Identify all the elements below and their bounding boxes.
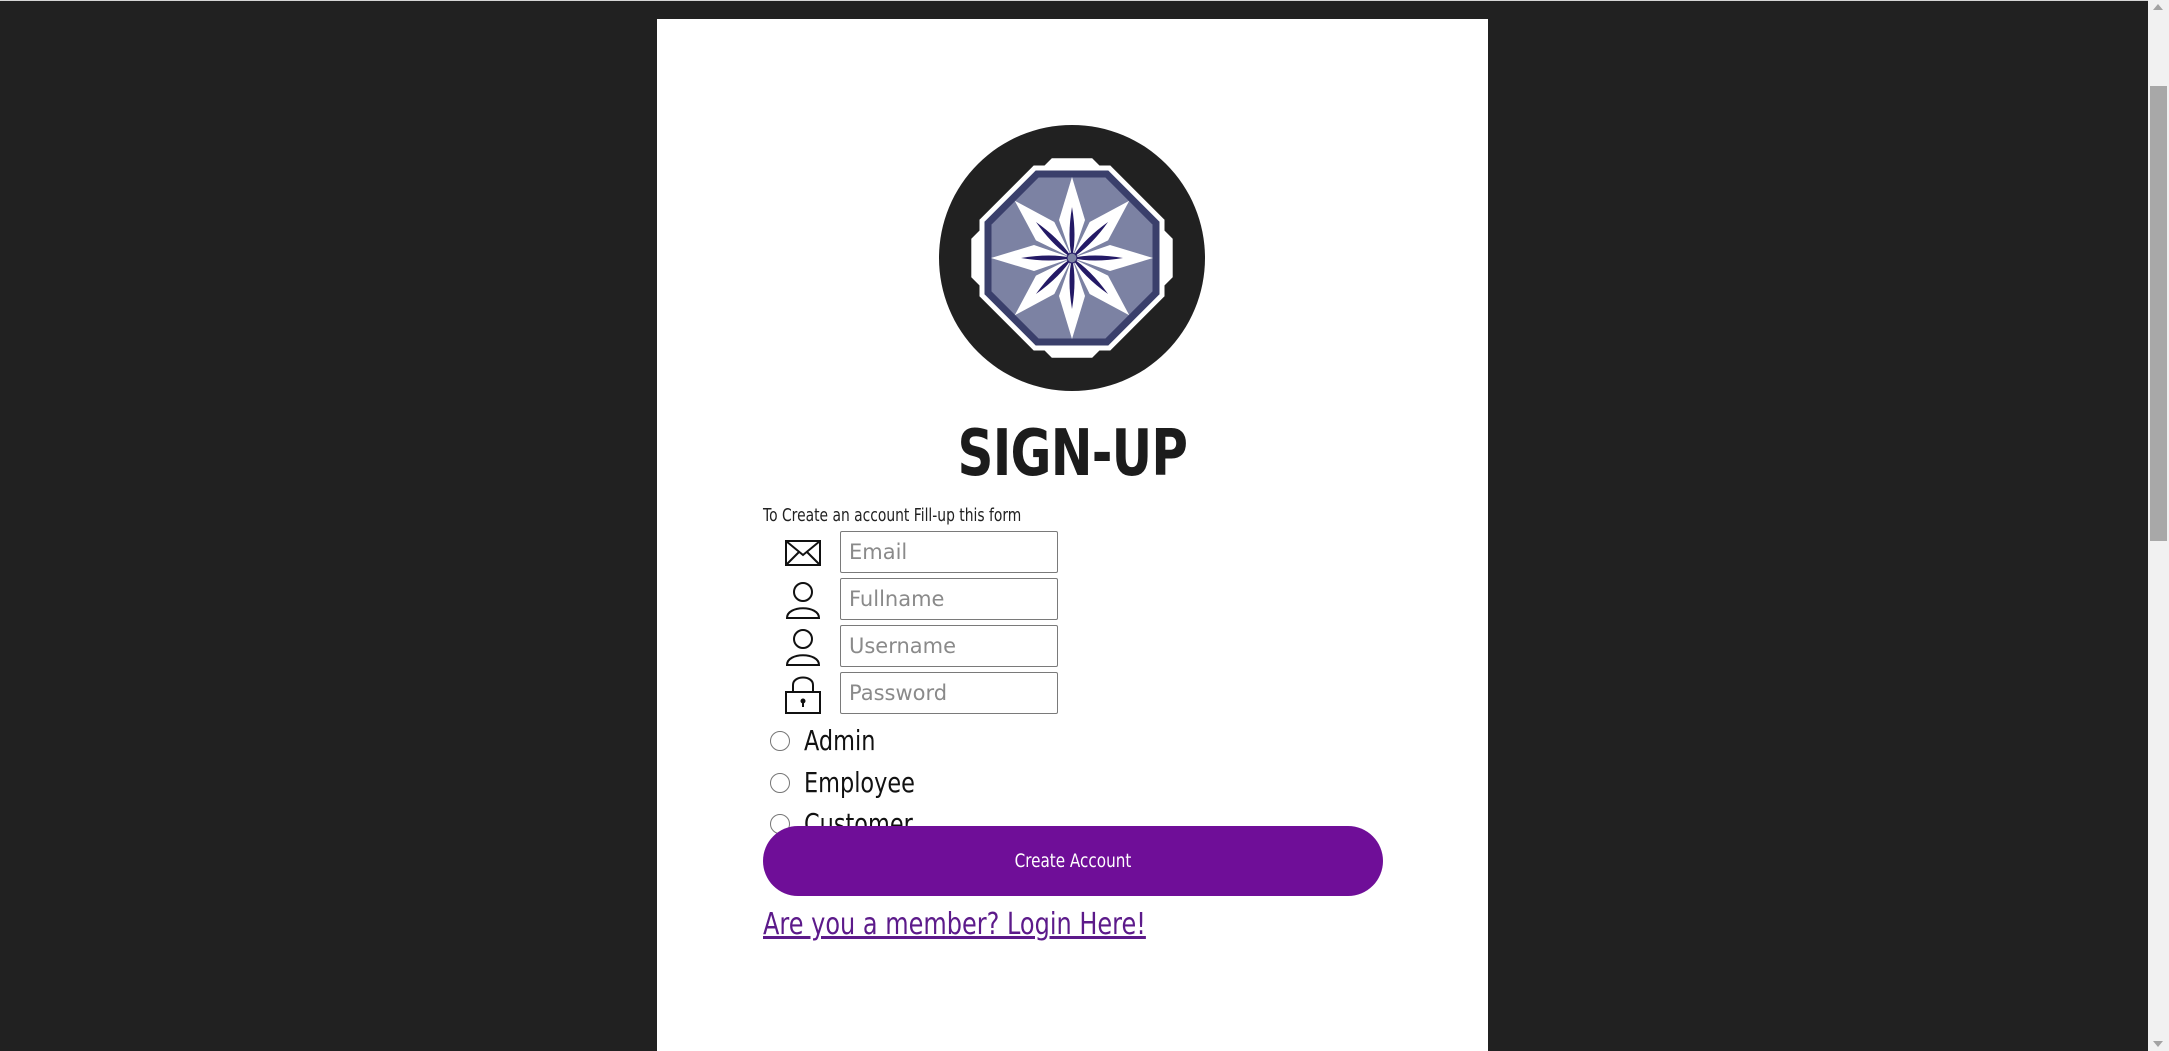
password-field[interactable] [840, 672, 1058, 714]
user-icon [785, 629, 821, 666]
email-row [657, 531, 1488, 578]
page-title: SIGN-UP [957, 417, 1188, 491]
password-row [657, 672, 1488, 719]
scroll-up-arrow-icon[interactable] [2153, 4, 2163, 10]
login-link[interactable]: Are you a member? Login Here! [763, 903, 1146, 947]
email-field[interactable] [840, 531, 1058, 573]
employee-radio[interactable] [770, 773, 790, 793]
fullname-row [657, 578, 1488, 625]
admin-label: Admin [804, 724, 876, 757]
vertical-scrollbar[interactable] [2148, 0, 2169, 1051]
window-top-border [0, 0, 2148, 1]
admin-radio[interactable] [770, 731, 790, 751]
fullname-field[interactable] [840, 578, 1058, 620]
signup-card: SIGN-UP To Create an account Fill-up thi… [657, 19, 1488, 1051]
create-account-button[interactable]: Create Account [763, 826, 1383, 896]
username-row [657, 625, 1488, 672]
create-account-label: Create Account [1014, 850, 1132, 872]
user-icon [785, 582, 821, 619]
lock-icon [785, 676, 821, 714]
envelope-icon [785, 540, 821, 566]
username-field[interactable] [840, 625, 1058, 667]
logo-emblem [939, 125, 1205, 391]
scroll-down-arrow-icon[interactable] [2153, 1041, 2163, 1047]
form-instructions: To Create an account Fill-up this form [763, 505, 1022, 526]
employee-label: Employee [804, 766, 915, 799]
scrollbar-thumb[interactable] [2150, 86, 2167, 541]
